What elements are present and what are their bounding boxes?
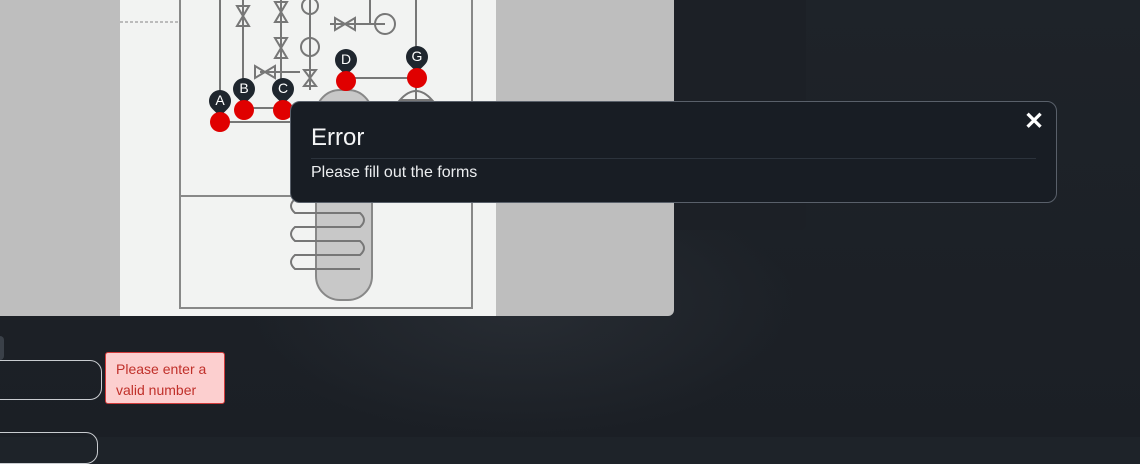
- modal-message: Please fill out the forms: [311, 164, 478, 181]
- marker-dot: [210, 112, 230, 132]
- marker-dot: [234, 100, 254, 120]
- tab-handle[interactable]: [0, 336, 4, 360]
- marker-dot: [407, 68, 427, 88]
- marker-label: D: [340, 51, 352, 67]
- marker-dot: [336, 71, 356, 91]
- number-input[interactable]: [0, 360, 102, 400]
- validation-message: Please enter a valid number: [105, 352, 225, 404]
- modal-divider: [311, 158, 1036, 159]
- marker-label: C: [277, 80, 289, 96]
- marker-d[interactable]: D: [330, 44, 362, 93]
- marker-b[interactable]: B: [228, 73, 260, 122]
- error-modal: Error ✕ Please fill out the forms: [290, 101, 1057, 203]
- marker-label: G: [411, 48, 423, 64]
- marker-g[interactable]: G: [401, 41, 433, 90]
- marker-label: B: [239, 80, 249, 96]
- close-icon[interactable]: ✕: [1020, 108, 1048, 136]
- modal-title: Error: [311, 124, 365, 151]
